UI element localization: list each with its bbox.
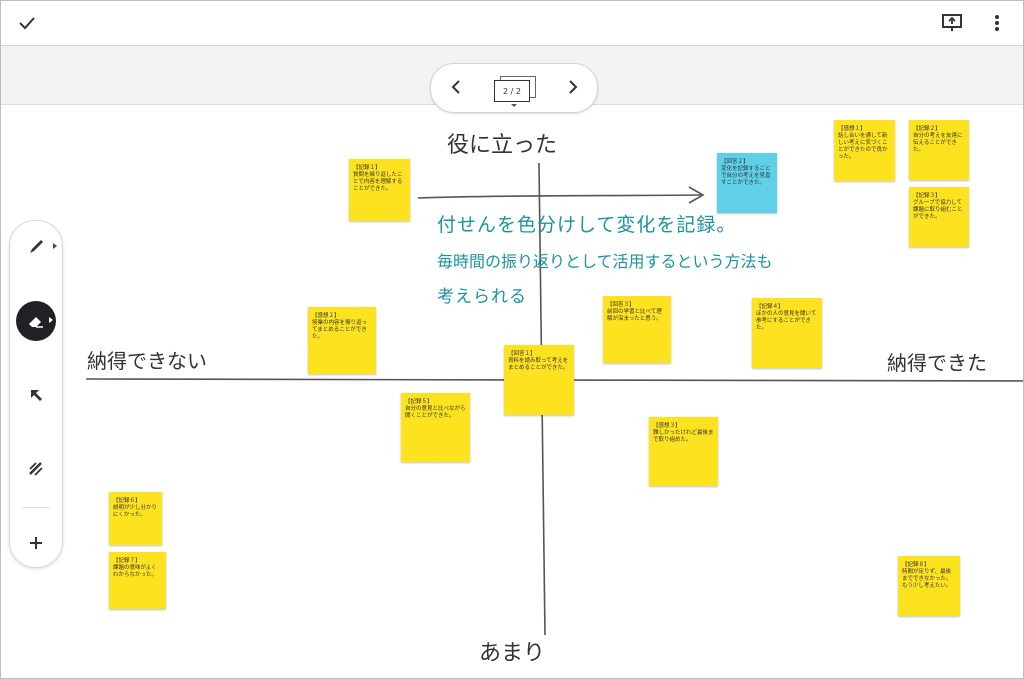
- sticky-note[interactable]: 【記録８】 時間が足りず、最後までできなかった。もう少し考えたい。: [898, 556, 960, 616]
- sticky-note[interactable]: 【感想３】 難しかったけれど最後まで取り組めた。: [649, 417, 718, 486]
- sticky-tag: 【感想３】: [653, 423, 681, 429]
- sticky-body: 難しかったけれど最後まで取り組めた。: [653, 430, 714, 443]
- sticky-tag: 【回答２】: [721, 159, 749, 165]
- sticky-note[interactable]: 【記録１】 質問を繰り返したことで内容を理解することができた。: [349, 159, 410, 221]
- sticky-note[interactable]: 【感想２】 授業の内容を振り返ってまとめることができた。: [308, 307, 376, 374]
- sticky-note[interactable]: 【記録４】 ほかの人の意見を聞いて参考にすることができた。: [752, 298, 822, 368]
- more-menu-icon[interactable]: [985, 9, 1009, 37]
- axis-label-right: 納得できた: [887, 351, 987, 375]
- frame-pager: 2 / 2: [430, 63, 598, 113]
- sticky-note[interactable]: 【回答３】 前回の学習と比べて理解が深まったと思う。: [603, 296, 671, 363]
- sticky-body: 自分の考えを友達に伝えることができた。: [913, 133, 963, 153]
- sticky-body: 変化を記録することで自分の考えを見直すことができた。: [721, 166, 771, 186]
- sticky-note[interactable]: 【記録５】 自分の意見と比べながら聞くことができた。: [401, 393, 470, 462]
- annotation-line-3: 考えられる: [437, 287, 527, 307]
- sticky-tag: 【記録１】: [353, 165, 381, 171]
- sticky-tag: 【感想１】: [838, 126, 866, 132]
- app-window: 役に立った あまり 納得できない 納得できた 付せんを色分けして変化を記録。 毎…: [0, 0, 1024, 679]
- sticky-note[interactable]: 【記録２】 自分の考えを友達に伝えることができた。: [909, 120, 969, 180]
- eraser-tool[interactable]: [16, 301, 56, 341]
- pen-tool[interactable]: [16, 227, 57, 267]
- chevron-right-icon[interactable]: [562, 76, 584, 98]
- sticky-tag: 【記録６】: [113, 498, 141, 504]
- chevron-left-icon[interactable]: [445, 76, 467, 98]
- laser-icon: [29, 462, 43, 476]
- pen-icon: [30, 240, 43, 253]
- axis-label-left: 納得できない: [87, 349, 207, 373]
- plus-icon: [30, 537, 42, 549]
- sticky-tag: 【記録５】: [405, 399, 433, 405]
- sticky-note[interactable]: 【回答１】 資料を読み取って考えをまとめることができた。: [504, 345, 574, 415]
- sticky-body: 話し合いを通して新しい考えに気づくことができたので良かった。: [838, 133, 888, 160]
- top-bar: [1, 1, 1023, 46]
- sticky-note[interactable]: 【回答２】 変化を記録することで自分の考えを見直すことができた。: [717, 153, 777, 213]
- sticky-body: 前回の学習と比べて理解が深まったと思う。: [607, 309, 662, 322]
- toolbar-divider: [22, 507, 50, 508]
- sticky-body: 自分の意見と比べながら聞くことができた。: [405, 406, 466, 419]
- sticky-note[interactable]: 【記録３】 グループで協力して課題に取り組むことができた。: [909, 187, 969, 247]
- sticky-tag: 【記録８】: [902, 562, 930, 568]
- caret-down-icon: [511, 104, 517, 107]
- tool-palette: [9, 220, 63, 568]
- axis-label-bottom: あまり: [479, 641, 546, 666]
- sticky-body: グループで協力して課題に取り組むことができた。: [913, 200, 963, 220]
- frame-thumbnail[interactable]: 2 / 2: [494, 76, 536, 102]
- sticky-body: 説明が少し分かりにくかった。: [113, 505, 158, 518]
- sticky-body: 課題の意味がよくわからなかった。: [113, 565, 158, 578]
- whiteboard-canvas[interactable]: 役に立った あまり 納得できない 納得できた 付せんを色分けして変化を記録。 毎…: [1, 105, 1023, 678]
- laser-tool[interactable]: [16, 449, 56, 489]
- annotation-line-1: 付せんを色分けして変化を記録。: [437, 214, 737, 236]
- sticky-tag: 【記録４】: [756, 304, 784, 310]
- sticky-tag: 【感想２】: [312, 313, 340, 319]
- sticky-body: 授業の内容を振り返ってまとめることができた。: [312, 320, 368, 340]
- done-check-icon[interactable]: [13, 9, 41, 37]
- sticky-tag: 【回答３】: [607, 302, 635, 308]
- sticky-body: ほかの人の意見を聞いて参考にすることができた。: [756, 311, 817, 331]
- select-tool[interactable]: [16, 375, 56, 415]
- annotation-line-2: 毎時間の振り返りとして活用するという方法も: [437, 252, 773, 271]
- sticky-note[interactable]: 【感想１】 話し合いを通して新しい考えに気づくことができたので良かった。: [834, 120, 895, 181]
- sticky-tag: 【記録３】: [913, 193, 941, 199]
- page-indicator: 2 / 2: [494, 80, 530, 102]
- sticky-body: 資料を読み取って考えをまとめることができた。: [508, 358, 569, 371]
- sticky-tag: 【記録２】: [913, 126, 941, 132]
- sticky-note[interactable]: 【記録６】 説明が少し分かりにくかった。: [109, 492, 162, 545]
- sticky-note[interactable]: 【記録７】 課題の意味がよくわからなかった。: [109, 552, 166, 609]
- sticky-body: 時間が足りず、最後までできなかった。もう少し考えたい。: [902, 569, 952, 589]
- sticky-tag: 【記録７】: [113, 558, 141, 564]
- eraser-icon: [29, 317, 43, 328]
- arrow-cursor-icon: [31, 390, 42, 401]
- add-tool[interactable]: [16, 523, 56, 563]
- axis-label-top: 役に立った: [447, 133, 558, 158]
- sticky-tag: 【回答１】: [508, 351, 536, 357]
- sticky-body: 質問を繰り返したことで内容を理解することができた。: [353, 172, 403, 192]
- present-screen-icon[interactable]: [938, 9, 966, 37]
